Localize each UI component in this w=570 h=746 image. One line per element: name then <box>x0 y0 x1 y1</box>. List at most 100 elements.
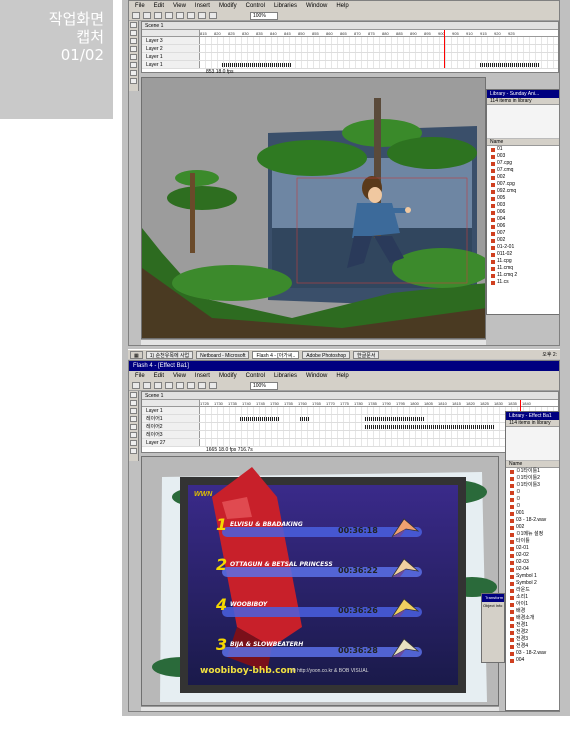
pencil-tool-icon[interactable] <box>130 70 137 76</box>
library-item[interactable]: 004 <box>487 216 559 223</box>
menu-view[interactable]: View <box>173 3 186 9</box>
library-item[interactable]: 006 <box>487 209 559 216</box>
library-item[interactable]: 라운드 <box>506 587 559 594</box>
menu-libraries[interactable]: Libraries <box>274 3 297 9</box>
library-item[interactable]: 전경4 <box>506 643 559 650</box>
layer-row[interactable]: Layer 1 <box>142 407 558 415</box>
scene-label[interactable]: Scene 1 <box>142 22 558 30</box>
open-button[interactable] <box>143 382 151 389</box>
cut-button[interactable] <box>176 382 184 389</box>
layer-row[interactable]: 레이어1 <box>142 415 558 423</box>
transform-panel-title[interactable]: Transform <box>482 594 504 602</box>
new-file-button[interactable] <box>132 12 140 19</box>
library-item[interactable]: ㅁ1메뉴 설정 <box>506 531 559 538</box>
paste-button[interactable] <box>198 12 206 19</box>
copy-button[interactable] <box>187 12 195 19</box>
cut-button[interactable] <box>176 12 184 19</box>
library-item[interactable]: 007 <box>487 230 559 237</box>
menu-control[interactable]: Control <box>246 373 265 379</box>
menu-view[interactable]: View <box>173 373 186 379</box>
library-item[interactable]: 07.cpg <box>487 160 559 167</box>
menu-modify[interactable]: Modify <box>219 3 237 9</box>
layer-name[interactable]: Layer 3 <box>142 37 200 44</box>
copy-button[interactable] <box>187 382 195 389</box>
library-item[interactable]: 011-02 <box>487 251 559 258</box>
library-column-name[interactable]: Name <box>506 461 559 468</box>
library-item[interactable]: 03 - 18-2.wav <box>506 650 559 657</box>
layer-name[interactable]: Layer 27 <box>142 439 200 446</box>
undo-button[interactable] <box>209 382 217 389</box>
menu-help[interactable]: Help <box>336 373 348 379</box>
layer-row[interactable]: 레이어3 <box>142 431 558 439</box>
brush-tool-icon[interactable] <box>130 448 137 454</box>
taskbar-item[interactable]: 1) 순천유목에 사업 <box>145 350 194 359</box>
library-title[interactable]: Library - Sunday Ani... <box>487 90 559 98</box>
library-item[interactable]: 006 <box>487 223 559 230</box>
save-button[interactable] <box>154 382 162 389</box>
layer-frames[interactable] <box>200 37 558 44</box>
library-item[interactable]: 02-02 <box>506 552 559 559</box>
stage[interactable] <box>141 77 486 339</box>
layer-name[interactable]: Layer 1 <box>142 53 200 60</box>
layer-name[interactable]: 레이어1 <box>142 415 200 422</box>
library-item[interactable]: 11.cmq <box>487 265 559 272</box>
layer-row[interactable]: Layer 1 <box>142 53 558 61</box>
library-item[interactable]: 01 <box>487 146 559 153</box>
menu-edit[interactable]: Edit <box>154 3 164 9</box>
menu-window[interactable]: Window <box>306 373 327 379</box>
menu-insert[interactable]: Insert <box>195 3 210 9</box>
library-item[interactable]: 007.cpg <box>487 181 559 188</box>
menu-file[interactable]: File <box>135 3 145 9</box>
taskbar-item[interactable]: 한글문서 <box>353 350 380 359</box>
stage[interactable]: WWN 1 ELVISU & BBADAKING 00:36:18 2 OTTAGUN … <box>141 456 499 706</box>
layer-name[interactable]: 레이어3 <box>142 431 200 438</box>
start-button[interactable]: ▦ <box>130 350 143 359</box>
library-item[interactable]: 전경3 <box>506 636 559 643</box>
library-item[interactable]: 02-03 <box>506 559 559 566</box>
line-tool-icon[interactable] <box>130 38 137 44</box>
taskbar-item[interactable]: Netboard - Microsoft <box>196 350 250 359</box>
layer-name[interactable]: 레이어2 <box>142 423 200 430</box>
menu-libraries[interactable]: Libraries <box>274 373 297 379</box>
rect-tool-icon[interactable] <box>130 432 137 438</box>
library-item[interactable]: 02-01 <box>506 545 559 552</box>
library-item[interactable]: 타이틀 <box>506 538 559 545</box>
lasso-tool-icon[interactable] <box>130 400 137 406</box>
print-button[interactable] <box>165 12 173 19</box>
library-item[interactable]: ㅁ1타이틀3 <box>506 482 559 489</box>
undo-button[interactable] <box>209 12 217 19</box>
library-item[interactable]: 002 <box>506 524 559 531</box>
brush-tool-icon[interactable] <box>130 78 137 84</box>
lasso-tool-icon[interactable] <box>130 30 137 36</box>
print-button[interactable] <box>165 382 173 389</box>
library-item[interactable]: Symbol 1 <box>506 573 559 580</box>
taskbar-item[interactable]: Adobe Photoshop <box>302 350 351 359</box>
layer-row[interactable]: Layer 27 <box>142 439 558 447</box>
library-item[interactable]: 002 <box>487 174 559 181</box>
library-item[interactable]: 002 <box>487 237 559 244</box>
layer-frames[interactable] <box>200 53 558 60</box>
menu-insert[interactable]: Insert <box>195 373 210 379</box>
zoom-select[interactable]: 100% <box>250 381 278 390</box>
save-button[interactable] <box>154 12 162 19</box>
layer-row[interactable]: 레이어2 <box>142 423 558 431</box>
open-button[interactable] <box>143 12 151 19</box>
rect-tool-icon[interactable] <box>130 62 137 68</box>
text-tool-icon[interactable] <box>130 46 137 52</box>
frame-ruler[interactable]: 815 820 825 830 835 840 845 850 855 860 865 870 875 8… <box>142 30 558 37</box>
library-item[interactable]: 11.cmq 2 <box>487 272 559 279</box>
library-item[interactable]: 003 <box>487 202 559 209</box>
zoom-select[interactable]: 100% <box>250 11 278 20</box>
playhead[interactable] <box>444 30 445 68</box>
paste-button[interactable] <box>198 382 206 389</box>
library-item[interactable]: 11.cpg <box>487 258 559 265</box>
text-tool-icon[interactable] <box>130 416 137 422</box>
menu-modify[interactable]: Modify <box>219 373 237 379</box>
library-item[interactable]: 배경소개 <box>506 615 559 622</box>
library-title[interactable]: Library - Effect Ba1 <box>506 412 559 420</box>
layer-name[interactable]: Layer 1 <box>142 61 200 68</box>
library-item[interactable]: 03 - 18-2.wav <box>506 517 559 524</box>
library-item[interactable]: 003 <box>487 153 559 160</box>
window-title[interactable]: Flash 4 - [Effect Ba1] <box>129 361 559 371</box>
layer-name[interactable]: Layer 1 <box>142 407 200 414</box>
